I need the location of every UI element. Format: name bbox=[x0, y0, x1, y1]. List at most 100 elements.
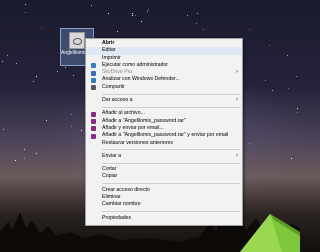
menu-item-16[interactable]: Enviar a › bbox=[86, 153, 242, 160]
menu-item-3[interactable]: Ejecutar como administrador bbox=[86, 62, 242, 69]
menu-item-23[interactable]: Cambiar nombre bbox=[86, 201, 242, 208]
star bbox=[268, 45, 270, 46]
star bbox=[297, 112, 299, 113]
tent-graphic bbox=[240, 214, 300, 252]
chevron-right-icon: › bbox=[236, 152, 238, 159]
winrar-icon bbox=[91, 126, 96, 132]
share-icon bbox=[91, 85, 96, 91]
star bbox=[81, 130, 83, 132]
star bbox=[46, 120, 48, 122]
star bbox=[249, 28, 251, 30]
menu-item-4[interactable]: SkyDrive Pro › bbox=[86, 69, 242, 76]
menu-item-14[interactable]: Restaurar versiones anteriores bbox=[86, 140, 242, 147]
menu-item-6[interactable]: Compartir bbox=[86, 84, 242, 91]
star bbox=[249, 143, 251, 145]
menu-item-25[interactable]: Propiedades bbox=[86, 215, 242, 222]
menu-item-label: Crear acceso directo bbox=[102, 186, 150, 193]
star bbox=[32, 81, 34, 83]
star bbox=[15, 62, 17, 64]
menu-separator bbox=[102, 93, 240, 95]
star bbox=[271, 89, 273, 91]
star bbox=[24, 3, 26, 5]
star bbox=[135, 15, 137, 17]
menu-item-8[interactable]: Dar acceso a › bbox=[86, 97, 242, 104]
menu-separator bbox=[102, 162, 240, 164]
star bbox=[91, 5, 93, 6]
star bbox=[195, 23, 197, 25]
menu-item-0[interactable]: Abrir bbox=[86, 40, 242, 47]
star bbox=[2, 61, 4, 63]
star bbox=[36, 75, 38, 77]
star bbox=[132, 15, 134, 17]
menu-separator bbox=[102, 149, 240, 151]
star bbox=[71, 126, 72, 128]
menu-item-22[interactable]: Eliminar bbox=[86, 194, 242, 201]
menu-item-label: Abrir bbox=[102, 40, 115, 46]
menu-item-19[interactable]: Copiar bbox=[86, 173, 242, 180]
menu-separator bbox=[102, 183, 240, 185]
menu-item-label: Cambiar nombre bbox=[102, 201, 141, 208]
menu-item-11[interactable]: Añadir a "Angelllomis_password.rar" bbox=[86, 118, 242, 125]
menu-item-label: Enviar a bbox=[102, 152, 122, 159]
star bbox=[73, 75, 75, 77]
menu-item-label: Añadir a "Angelllomis_password.rar" y en… bbox=[102, 132, 229, 139]
star bbox=[107, 13, 109, 15]
menu-item-13[interactable]: Añadir a "Angelllomis_password.rar" y en… bbox=[86, 132, 242, 139]
menu-item-label: Analizar con Windows Defender... bbox=[102, 76, 180, 83]
star bbox=[146, 10, 148, 12]
star bbox=[23, 157, 25, 159]
star bbox=[23, 149, 25, 151]
menu-item-18[interactable]: Cortar bbox=[86, 166, 242, 173]
file-icon bbox=[69, 32, 85, 49]
star bbox=[15, 159, 16, 161]
chevron-right-icon: › bbox=[236, 97, 238, 104]
menu-item-label: Imprimir bbox=[102, 54, 121, 61]
menu-item-label: Dar acceso a bbox=[102, 97, 133, 104]
menu-item-label: Eliminar bbox=[102, 194, 121, 201]
star bbox=[24, 11, 26, 13]
star bbox=[287, 87, 289, 89]
menu-item-label: Ejecutar como administrador bbox=[102, 61, 169, 68]
menu-item-label: Propiedades bbox=[102, 214, 132, 221]
star bbox=[116, 31, 118, 33]
star bbox=[132, 12, 134, 14]
menu-item-label: Compartir bbox=[102, 83, 125, 90]
star bbox=[297, 108, 298, 109]
star bbox=[295, 75, 297, 77]
star bbox=[197, 13, 199, 14]
menu-item-label: Restaurar versiones anteriores bbox=[102, 139, 173, 146]
cloud-icon bbox=[91, 70, 96, 76]
menu-item-label: Editar bbox=[102, 47, 116, 54]
menu-item-label: Copiar bbox=[102, 173, 118, 180]
winrar-icon bbox=[91, 133, 96, 139]
star bbox=[70, 114, 72, 116]
shield-icon bbox=[91, 63, 96, 69]
star bbox=[36, 152, 38, 154]
star bbox=[140, 21, 142, 23]
star bbox=[265, 80, 267, 81]
menu-separator bbox=[102, 211, 240, 213]
menu-item-1[interactable]: Editar bbox=[86, 47, 242, 55]
star bbox=[7, 55, 9, 56]
defender-icon bbox=[91, 77, 96, 83]
chevron-right-icon: › bbox=[236, 69, 238, 76]
star bbox=[187, 14, 189, 16]
menu-item-label: SkyDrive Pro bbox=[102, 69, 133, 76]
menu-item-10[interactable]: Añadir al archivo... bbox=[86, 110, 242, 117]
context-menu: Abrir Editar Imprimir Ejecutar como adminis… bbox=[85, 38, 243, 226]
menu-item-label: Cortar bbox=[102, 166, 117, 173]
menu-item-12[interactable]: Añadir y enviar por email... bbox=[86, 125, 242, 132]
star bbox=[203, 28, 205, 30]
menu-item-2[interactable]: Imprimir bbox=[86, 55, 242, 62]
star bbox=[41, 28, 42, 29]
star bbox=[64, 66, 66, 68]
menu-separator bbox=[102, 106, 240, 108]
menu-item-label: Añadir a "Angelllomis_password.rar" bbox=[102, 117, 186, 124]
winrar-icon bbox=[91, 119, 96, 125]
star bbox=[286, 55, 288, 57]
menu-item-5[interactable]: Analizar con Windows Defender... bbox=[86, 76, 242, 83]
star bbox=[56, 71, 58, 73]
menu-item-21[interactable]: Crear acceso directo bbox=[86, 187, 242, 194]
menu-item-label: Añadir al archivo... bbox=[102, 110, 145, 117]
star bbox=[290, 157, 292, 159]
